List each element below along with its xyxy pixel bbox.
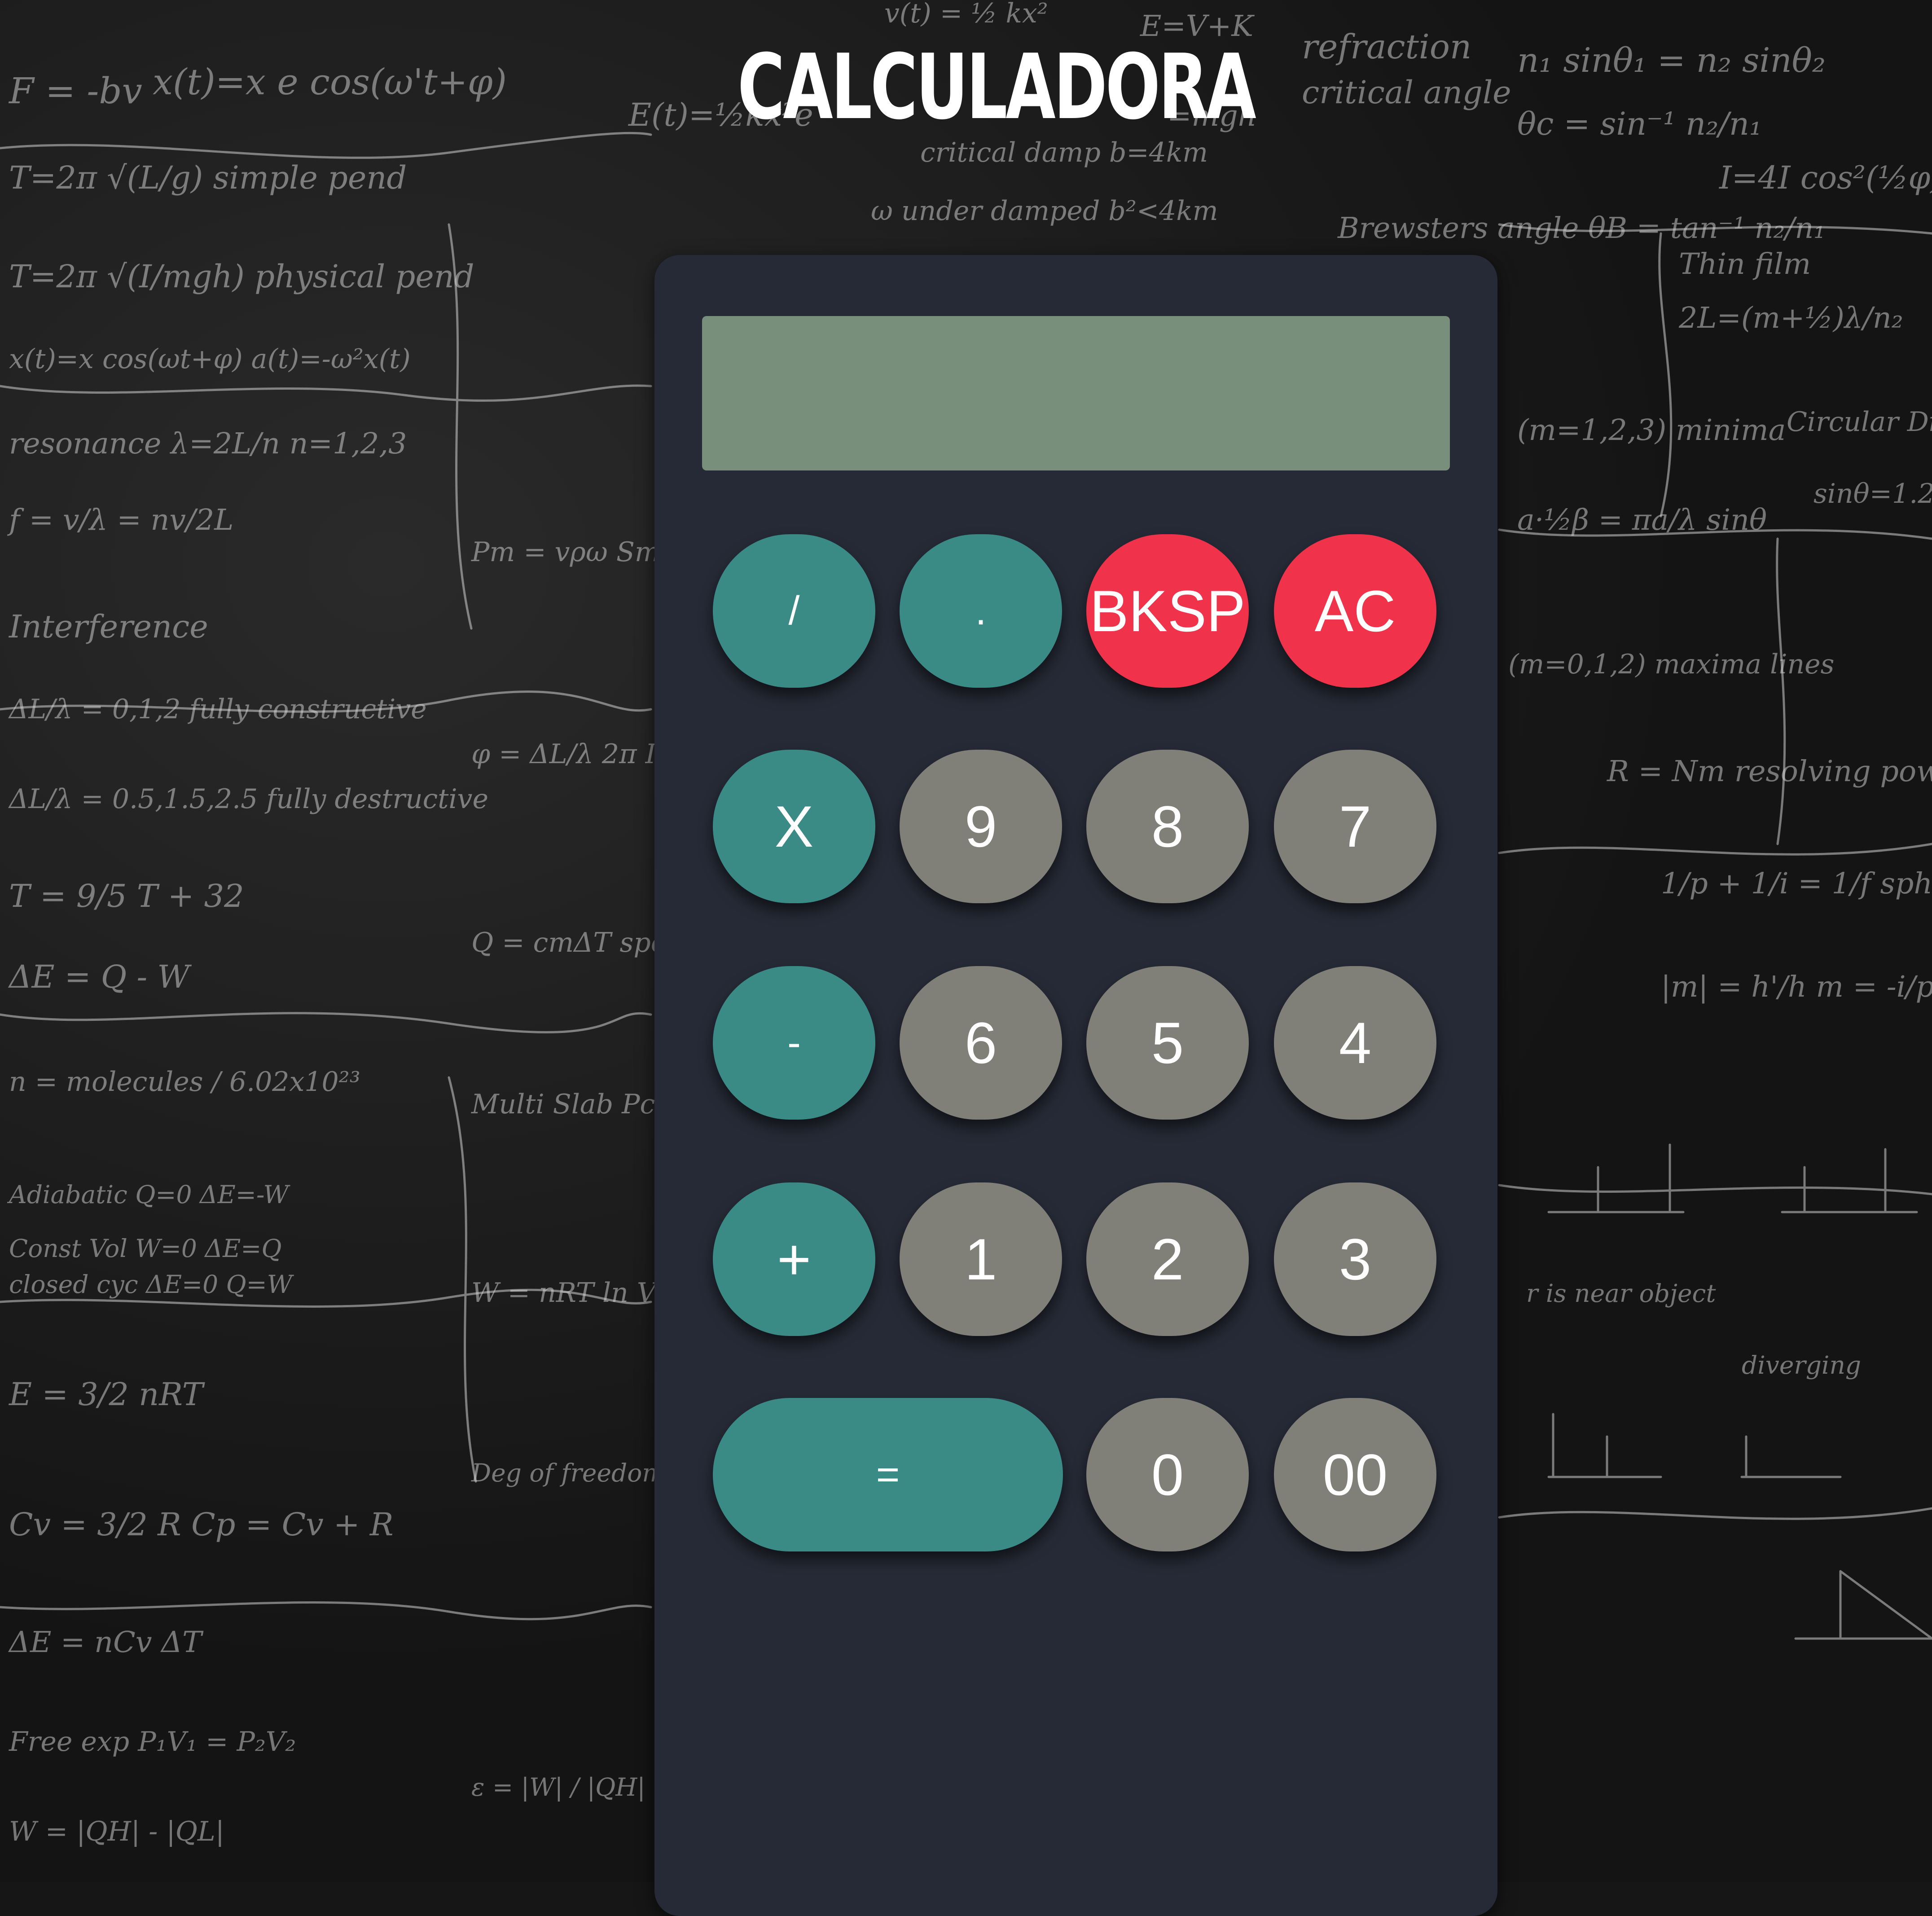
svg-text:a·½β = πa/λ sinθ: a·½β = πa/λ sinθ [1517,503,1767,537]
digit-9-button[interactable]: 9 [900,750,1062,903]
clear-button[interactable]: AC [1274,534,1436,688]
svg-text:I=4I cos²(½φ): I=4I cos²(½φ) [1718,159,1932,196]
double-zero-button[interactable]: 00 [1274,1398,1436,1551]
svg-text:T=2π √(I/mgh) physical pend: T=2π √(I/mgh) physical pend [9,258,474,295]
svg-text:ω under damped b²<4km: ω under damped b²<4km [871,195,1218,227]
svg-text:(m=1,2,3) minima: (m=1,2,3) minima [1517,413,1786,447]
svg-text:T=2π √(L/g) simple pend: T=2π √(L/g) simple pend [9,159,407,196]
svg-text:2L=(m+½)λ/n₂: 2L=(m+½)λ/n₂ [1678,301,1903,335]
svg-text:ε = |W| / |QH|: ε = |W| / |QH| [471,1773,645,1802]
svg-text:r is near object: r is near object [1526,1279,1716,1308]
backspace-button[interactable]: BKSP [1086,534,1249,688]
svg-text:Brewsters angle θB = tan⁻¹ n₂/: Brewsters angle θB = tan⁻¹ n₂/n₁ [1337,211,1825,245]
digit-7-button[interactable]: 7 [1274,750,1436,903]
svg-text:Pm = vρω Sm: Pm = vρω Sm [471,536,660,568]
svg-text:F = -bv: F = -bv [8,70,142,112]
svg-text:n = molecules / 6.02x10²³: n = molecules / 6.02x10²³ [9,1066,360,1098]
svg-text:diverging: diverging [1742,1351,1861,1380]
digit-0-button[interactable]: 0 [1086,1398,1249,1551]
svg-text:Deg of freedom: Deg of freedom [471,1459,666,1487]
svg-text:Interference: Interference [8,608,208,645]
svg-text:Cv = 3/2 R Cp = Cv + R: Cv = 3/2 R Cp = Cv + R [9,1506,394,1543]
calculator-display [702,316,1450,470]
svg-text:W = |QH| - |QL|: W = |QH| - |QL| [9,1816,224,1847]
add-button[interactable]: + [713,1182,875,1336]
subtract-button[interactable]: - [713,966,875,1120]
svg-text:1/p + 1/i = 1/f spherical: 1/p + 1/i = 1/f spherical [1661,867,1932,901]
digit-4-button[interactable]: 4 [1274,966,1436,1120]
calculator-panel: / . BKSP AC X 9 8 7 - 6 5 4 + 1 2 3 = 0 … [654,255,1497,1916]
svg-text:Free exp P₁V₁ = P₂V₂: Free exp P₁V₁ = P₂V₂ [9,1726,296,1758]
svg-text:|m| = h'/h m = -i/p: |m| = h'/h m = -i/p [1661,970,1932,1004]
svg-text:resonance λ=2L/n n=1,2,3: resonance λ=2L/n n=1,2,3 [9,427,407,461]
digit-6-button[interactable]: 6 [900,966,1062,1120]
digit-2-button[interactable]: 2 [1086,1182,1249,1336]
multiply-button[interactable]: X [713,750,875,903]
svg-text:Const Vol W=0 ΔE=Q: Const Vol W=0 ΔE=Q [9,1234,281,1263]
svg-text:T = 9/5 T + 32: T = 9/5 T + 32 [9,878,244,914]
svg-text:E = 3/2 nRT: E = 3/2 nRT [8,1376,205,1413]
digit-3-button[interactable]: 3 [1274,1182,1436,1336]
svg-text:R = Nm resolving power: R = Nm resolving power [1607,755,1932,788]
page-title: CALCULADORA [737,35,1256,140]
svg-text:Circular Diff: Circular Diff [1787,406,1932,438]
divide-button[interactable]: / [713,534,875,688]
svg-text:Adiabatic Q=0 ΔE=-W: Adiabatic Q=0 ΔE=-W [7,1180,290,1209]
svg-text:ΔL/λ = 0,1,2 fully constructiv: ΔL/λ = 0,1,2 fully constructive [8,694,427,725]
svg-text:ΔL/λ = 0.5,1.5,2.5 fully destr: ΔL/λ = 0.5,1.5,2.5 fully destructive [8,783,488,815]
equals-button[interactable]: = [713,1398,1063,1551]
svg-text:ΔE = Q - W: ΔE = Q - W [8,958,192,995]
svg-text:(m=0,1,2) maxima lines: (m=0,1,2) maxima lines [1508,649,1834,680]
svg-text:sinθ=1.22: sinθ=1.22 [1813,478,1932,510]
digit-8-button[interactable]: 8 [1086,750,1249,903]
svg-text:closed cyc ΔE=0 Q=W: closed cyc ΔE=0 Q=W [9,1270,294,1299]
digit-5-button[interactable]: 5 [1086,966,1249,1120]
svg-text:ΔE = nCv ΔT: ΔE = nCv ΔT [8,1626,204,1659]
svg-text:Thin film: Thin film [1679,247,1811,281]
digit-1-button[interactable]: 1 [900,1182,1062,1336]
svg-text:x(t)=x cos(ωt+φ) a(t)=-ω²x(t): x(t)=x cos(ωt+φ) a(t)=-ω²x(t) [9,343,411,375]
svg-text:f = v/λ = nv/2L: f = v/λ = nv/2L [7,503,233,537]
svg-text:v(t) = ½ kx²: v(t) = ½ kx² [884,0,1048,29]
decimal-button[interactable]: . [900,534,1062,688]
svg-text:critical damp b=4km: critical damp b=4km [920,137,1208,168]
